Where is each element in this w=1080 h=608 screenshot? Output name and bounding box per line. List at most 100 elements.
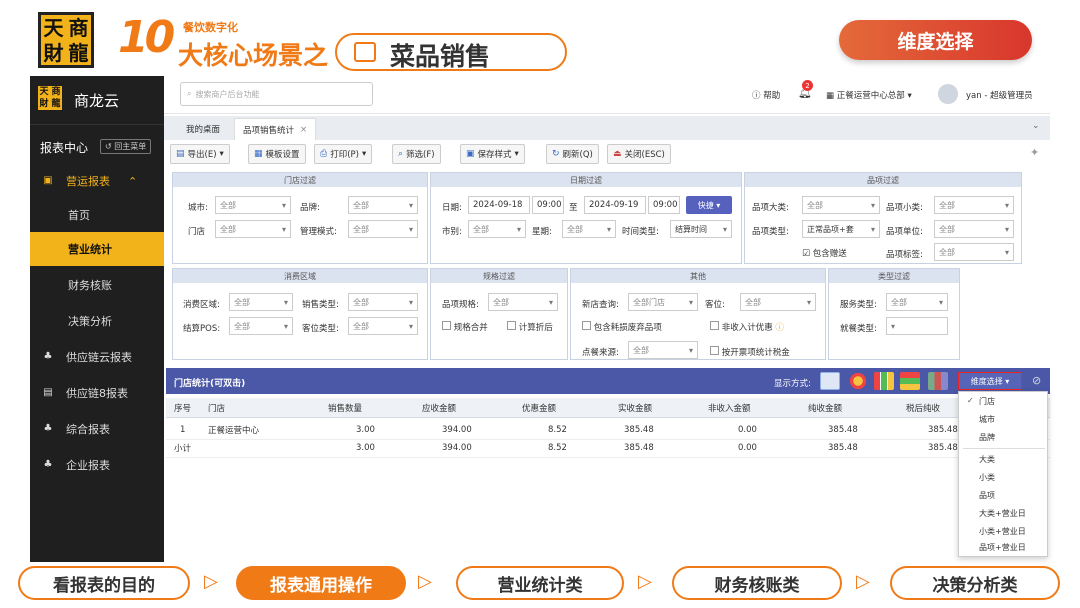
sidebar-item-ops-reports[interactable]: ▣ 营运报表 ⌃ (30, 164, 164, 198)
col-header[interactable]: 应收金额 (422, 398, 456, 418)
sidebar-item-enterprise[interactable]: ♣ 企业报表 (30, 448, 164, 482)
dining-select[interactable] (886, 317, 948, 335)
dropdown-option[interactable]: 门店 (979, 396, 995, 407)
chevron-down-icon[interactable]: ⌄ (1032, 121, 1040, 131)
sidebar-item-supply8[interactable]: ▤ 供应链8报表 (30, 376, 164, 410)
col-header[interactable]: 销售数量 (328, 398, 362, 418)
tax-by-invoice-checkbox[interactable]: 按开票项统计税金 (710, 346, 790, 358)
dropdown-option[interactable]: 大类+营业日 (979, 508, 1026, 519)
dimension-select-button[interactable]: 维度选择 ▾ (958, 372, 1022, 390)
col-header[interactable]: 序号 (174, 398, 191, 418)
timetype-select[interactable]: 结算时间 (670, 220, 732, 238)
bottom-nav-general-ops[interactable]: 报表通用操作 (236, 566, 406, 600)
export-button[interactable]: ▤ 导出(E) ▾ (170, 144, 230, 164)
seat-type-select[interactable]: 全部 (348, 317, 418, 335)
item-unit-select[interactable]: 全部 (934, 220, 1014, 238)
line-chart-icon[interactable] (928, 372, 948, 390)
table-cell: 385.48 (624, 425, 654, 435)
col-header[interactable]: 门店 (208, 398, 225, 418)
date-from-input[interactable]: 2024-09-18 (468, 196, 530, 214)
loss-item-checkbox[interactable]: 包含耗损废弃品项 (582, 321, 662, 333)
brand-select[interactable]: 全部 (348, 196, 418, 214)
col-header[interactable]: 非收入金额 (708, 398, 751, 418)
avatar[interactable] (938, 84, 958, 104)
area-select[interactable]: 全部 (229, 293, 293, 311)
bar-chart-icon[interactable] (874, 372, 894, 390)
col-header[interactable]: 税后纯收 (906, 398, 940, 418)
store-select[interactable]: 全部 (215, 220, 291, 238)
table-view-icon[interactable] (820, 372, 840, 390)
pos-select[interactable]: 全部 (229, 317, 293, 335)
pin-icon[interactable]: ✦ (1030, 146, 1039, 159)
bottom-nav-decision[interactable]: 决策分析类 (890, 566, 1060, 600)
bottom-nav-purpose[interactable]: 看报表的目的 (18, 566, 190, 600)
city-select[interactable]: 全部 (215, 196, 291, 214)
source-select[interactable]: 全部 (628, 341, 698, 359)
col-header[interactable]: 优惠金额 (522, 398, 556, 418)
sidebar-item-supply-cloud[interactable]: ♣ 供应链云报表 (30, 340, 164, 374)
info-icon[interactable]: ⓘ (775, 323, 784, 333)
non-income-checkbox[interactable]: 非收入计优惠 ⓘ (710, 321, 784, 333)
org-selector[interactable]: ▦ 正餐运营中心总部 ▾ (826, 89, 912, 101)
help-label: 帮助 (763, 91, 781, 101)
dropdown-option[interactable]: 品牌 (979, 432, 995, 443)
template-button[interactable]: ▦ 模板设置 (248, 144, 306, 164)
dropdown-option[interactable]: 小类 (979, 472, 995, 483)
sidebar-item-decision[interactable]: 决策分析 (30, 304, 164, 338)
dimension-select-banner-button[interactable]: 维度选择 (839, 20, 1032, 60)
include-gift-checkbox[interactable]: ☑ 包含赠送 (802, 247, 847, 259)
time-from-input[interactable]: 09:00 (532, 196, 564, 214)
filter-button[interactable]: ⌕ 筛选(F) (392, 144, 441, 164)
item-type-select[interactable]: 正常品项+套 (802, 220, 880, 238)
user-name[interactable]: yan - 超级管理员 (966, 89, 1033, 101)
search-input[interactable]: ⌕ 搜索商户后台功能 (180, 82, 373, 106)
market-select[interactable]: 全部 (468, 220, 526, 238)
tax-label: 按开票项统计税金 (721, 348, 790, 358)
settings-icon[interactable]: ⊘ (1032, 374, 1041, 387)
dropdown-option[interactable]: 大类 (979, 454, 995, 465)
date-to-input[interactable]: 2024-09-19 (584, 196, 646, 214)
bottom-nav-business-stats[interactable]: 营业统计类 (456, 566, 624, 600)
newstore-select[interactable]: 全部门店 (628, 293, 698, 311)
dropdown-option[interactable]: 品项+营业日 (979, 542, 1026, 553)
print-button[interactable]: ⎙ 打印(P) ▾ (314, 144, 373, 164)
stacked-chart-icon[interactable] (900, 372, 920, 390)
pie-chart-icon[interactable] (848, 372, 868, 390)
item-tag-select[interactable]: 全部 (934, 243, 1014, 261)
sidebar-item-comprehensive[interactable]: ♣ 综合报表 (30, 412, 164, 446)
bottom-nav-finance[interactable]: 财务核账类 (672, 566, 842, 600)
quick-date-button[interactable]: 快捷 ▾ (686, 196, 732, 214)
service-select[interactable]: 全部 (886, 293, 948, 311)
sidebar-item-home[interactable]: 首页 (30, 198, 164, 232)
close-tab-button[interactable]: ⏏ 关闭(ESC) (607, 144, 671, 164)
save-style-button[interactable]: ▣ 保存样式 ▾ (460, 144, 525, 164)
close-icon[interactable]: × (300, 125, 307, 135)
tab-my-desktop[interactable]: 我的桌面 (178, 118, 228, 140)
saletype-select[interactable]: 全部 (348, 293, 418, 311)
spec-merge-checkbox[interactable]: 规格合并 (442, 321, 488, 333)
dropdown-option[interactable]: 品项 (979, 490, 995, 501)
table-row-subtotal[interactable]: 小计 3.00 394.00 8.52 385.48 0.00 385.48 3… (166, 438, 1050, 458)
big-category-label: 品项大类: (752, 203, 789, 213)
refresh-button[interactable]: ↻ 刷新(Q) (546, 144, 599, 164)
small-category-select[interactable]: 全部 (934, 196, 1014, 214)
col-header[interactable]: 纯收金额 (808, 398, 842, 418)
back-main-menu-button[interactable]: ↺ 回主菜单 (100, 139, 152, 154)
big-category-select[interactable]: 全部 (802, 196, 880, 214)
seat-select[interactable]: 全部 (740, 293, 816, 311)
mgmt-select[interactable]: 全部 (348, 220, 418, 238)
tab-item-sales[interactable]: 品项销售统计 × (234, 118, 317, 140)
help-link[interactable]: ⓘ 帮助 (752, 89, 780, 101)
dropdown-option[interactable]: 城市 (979, 414, 995, 425)
non-income-label: 非收入计优惠 (721, 323, 773, 333)
col-header[interactable]: 实收金额 (618, 398, 652, 418)
dropdown-option[interactable]: 小类+营业日 (979, 526, 1026, 537)
calc-discount-checkbox[interactable]: 计算折后 (507, 321, 553, 333)
time-to-input[interactable]: 09:00 (648, 196, 680, 214)
panel-title: 品项过滤 (745, 173, 1021, 187)
spec-select[interactable]: 全部 (488, 293, 558, 311)
sidebar-item-finance[interactable]: 财务核账 (30, 268, 164, 302)
week-select[interactable]: 全部 (562, 220, 616, 238)
table-row[interactable]: 1 正餐运营中心 3.00 394.00 8.52 385.48 0.00 38… (166, 420, 1050, 440)
sidebar-item-business-stats[interactable]: 营业统计 (30, 232, 164, 266)
